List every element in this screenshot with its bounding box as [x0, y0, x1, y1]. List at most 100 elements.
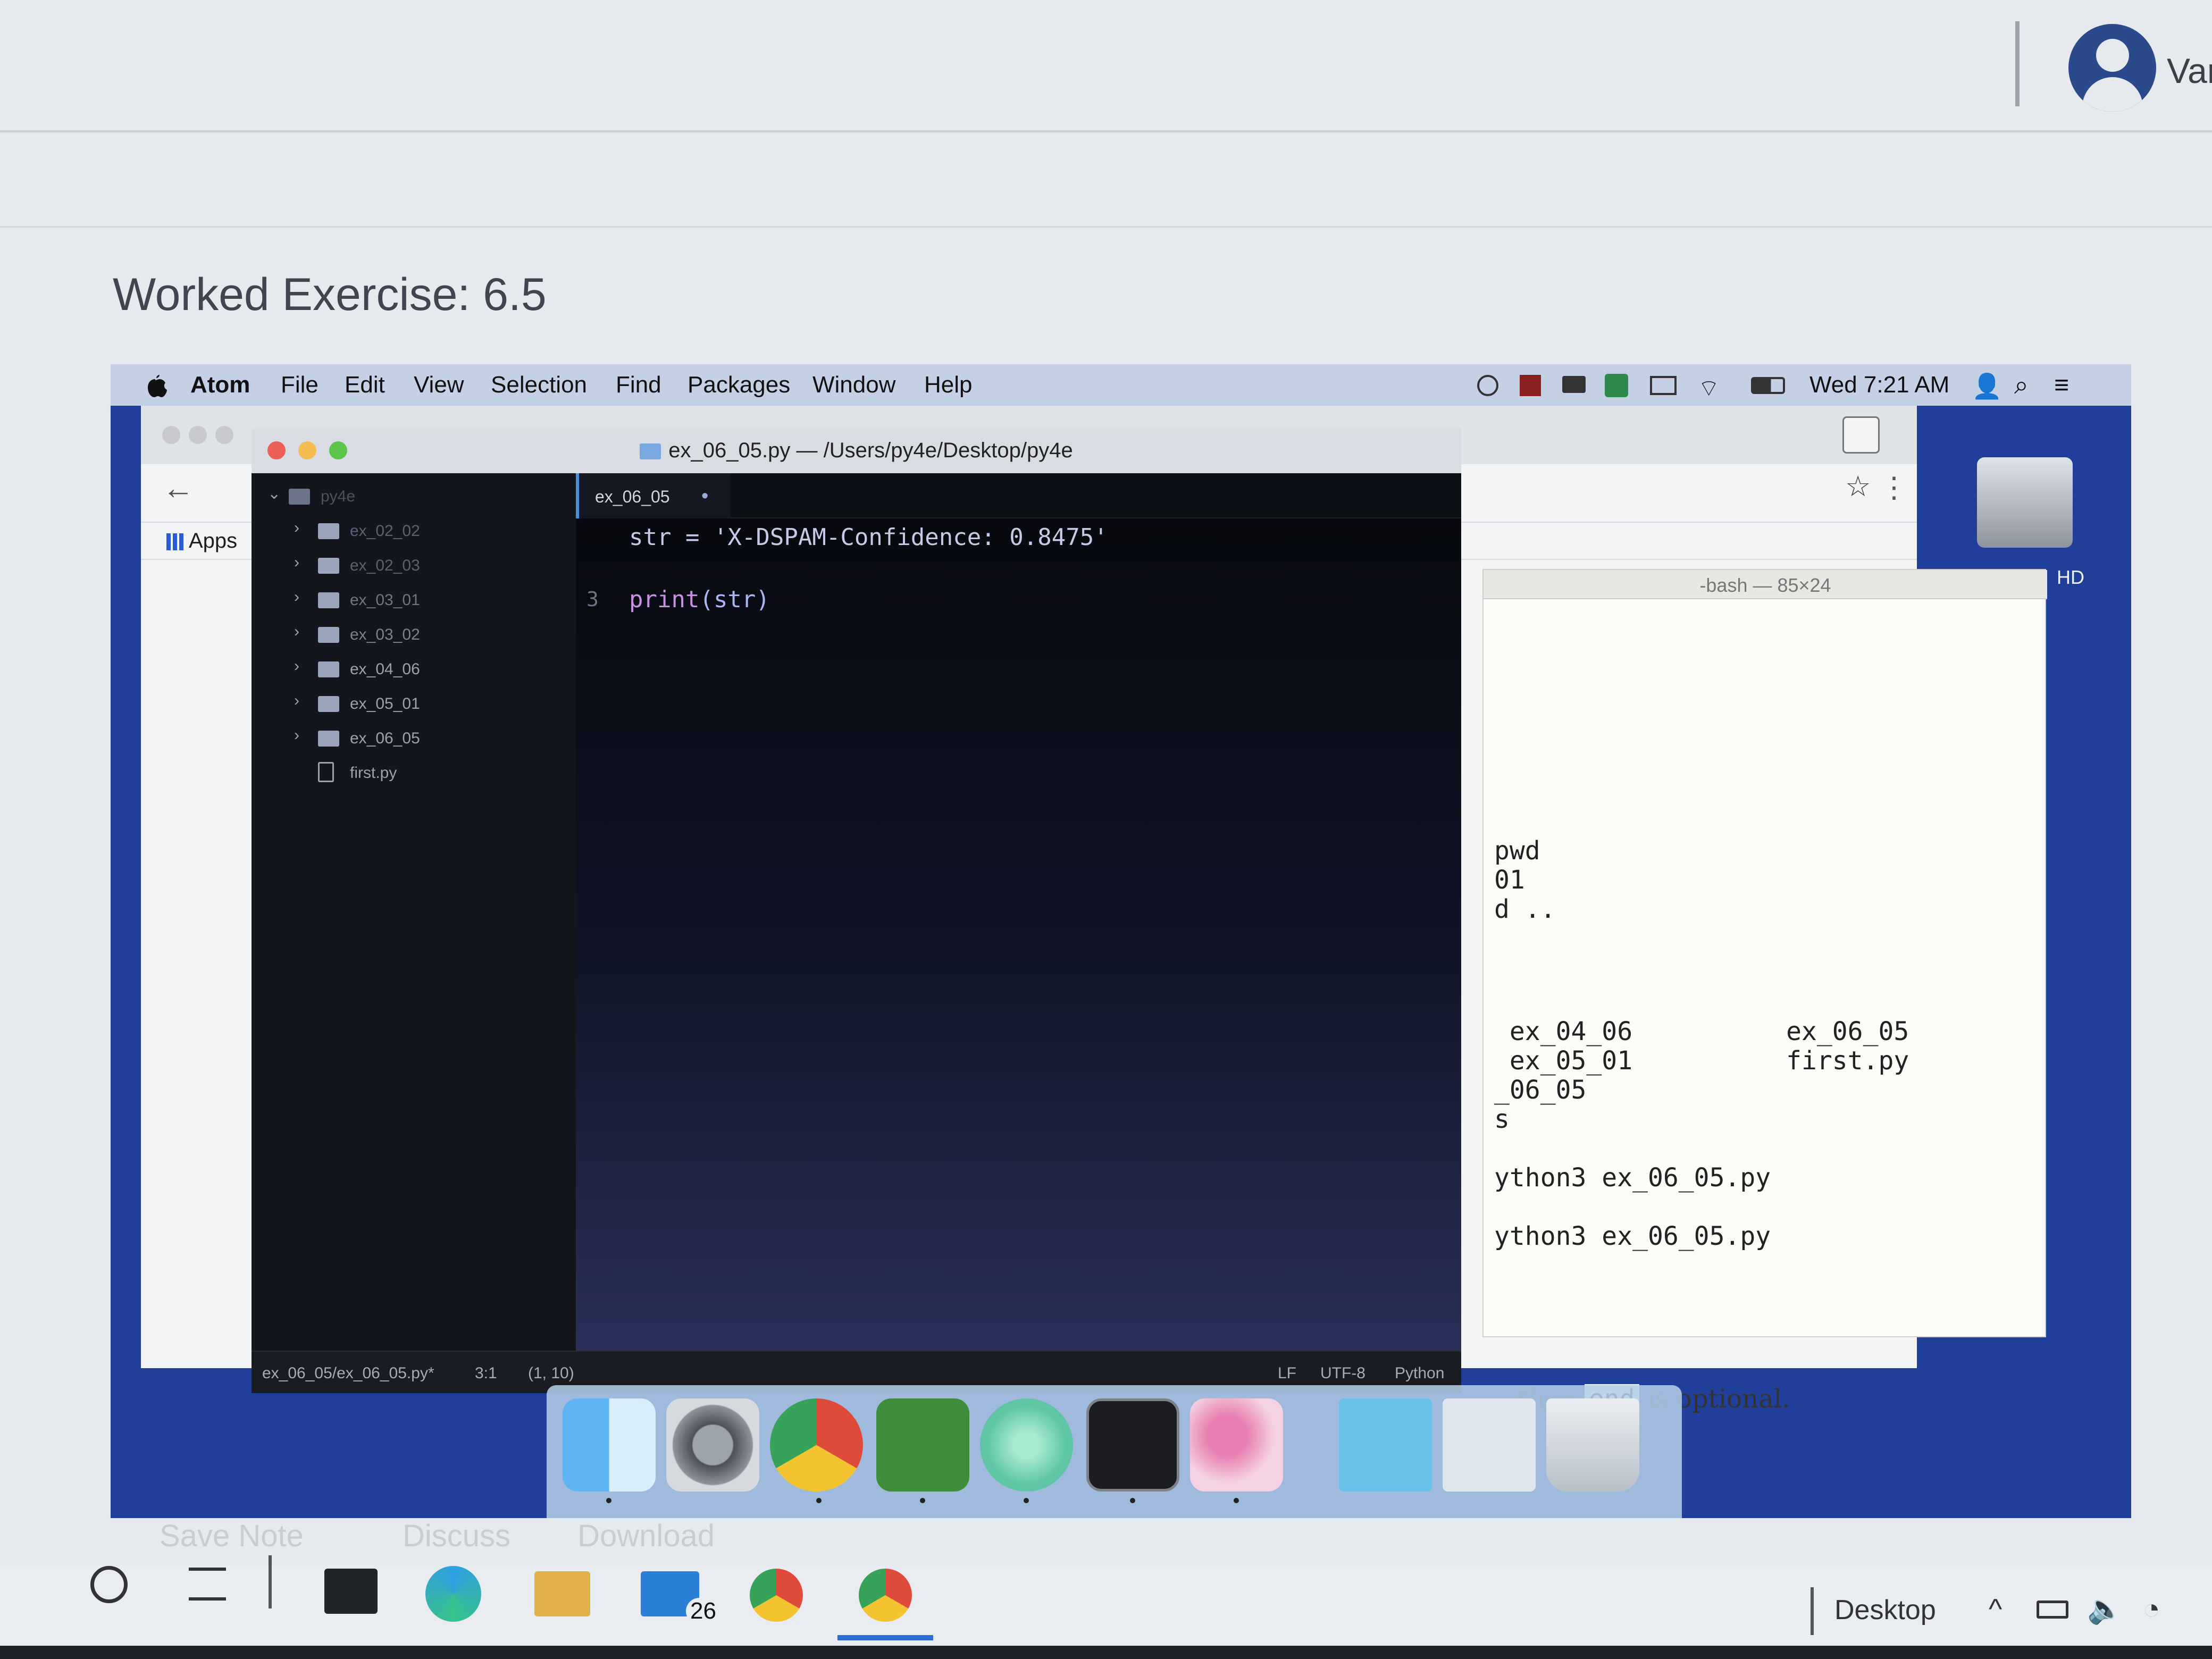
desktop-folder-icon[interactable] [1443, 1398, 1536, 1492]
cortana-icon[interactable] [90, 1566, 128, 1603]
chrome-profile-icon[interactable] [1842, 416, 1880, 454]
video-frame[interactable]: Atom File Edit View Selection Find Packa… [111, 364, 2131, 1518]
menubar-clock[interactable]: Wed 7:21 AM [1809, 372, 1949, 398]
tree-item-ex_06_05[interactable]: › ex_06_05 [252, 723, 576, 755]
tree-item-ex_03_02[interactable]: › ex_03_02 [252, 619, 576, 651]
mac-dock [547, 1385, 1682, 1518]
tree-item-label: ex_02_02 [350, 522, 420, 540]
code-line-3[interactable]: print(str) [629, 586, 770, 613]
user-name[interactable]: Var [2167, 51, 2212, 91]
status-cursor-position[interactable]: 3:1 [475, 1364, 497, 1382]
dock-running-dot [606, 1498, 611, 1503]
network-icon[interactable]: ◔ [2143, 1593, 2160, 1626]
menu-packages[interactable]: Packages [688, 372, 790, 398]
editor-pane[interactable]: ex_06_05 • str = 'X-DSPAM-Confidence: 0.… [576, 473, 1461, 1351]
status-grammar[interactable]: Python [1395, 1364, 1444, 1382]
apps-grid-icon[interactable] [166, 533, 183, 550]
dock-running-dot [1130, 1498, 1135, 1503]
apple-icon[interactable] [144, 371, 167, 397]
chrome-canary-icon[interactable] [750, 1569, 803, 1622]
airplay-icon[interactable] [1650, 376, 1677, 395]
save-note-button[interactable]: Save Note [160, 1519, 304, 1553]
chrome-close-button[interactable] [162, 426, 180, 444]
downloads-folder-icon[interactable] [1339, 1398, 1432, 1492]
folder-icon [318, 523, 339, 539]
tree-root[interactable]: ⌄ py4e [252, 481, 576, 513]
menu-find[interactable]: Find [616, 372, 661, 398]
tree-item-ex_03_01[interactable]: › ex_03_01 [252, 585, 576, 617]
screen-icon[interactable] [1562, 376, 1586, 393]
desktop-toolbar[interactable]: Desktop [1834, 1594, 1936, 1626]
spotlight-search-icon[interactable]: ⌕ [2014, 371, 2029, 400]
record-status-icon[interactable] [1520, 375, 1541, 396]
status-encoding[interactable]: UTF-8 [1320, 1364, 1365, 1382]
hard-drive-label: HD [2057, 566, 2084, 588]
finder-icon[interactable] [563, 1398, 656, 1492]
terminal-window[interactable]: -bash — 85×24 pwd 01 d .. ex_04_06 ex_06… [1482, 569, 2047, 1337]
volume-icon[interactable]: 🔈 [2087, 1593, 2123, 1626]
atom-minimize-button[interactable] [298, 441, 316, 459]
tree-view[interactable]: ⌄ py4e › ex_02_02 › ex_02_03 › ex_03_01 … [252, 473, 576, 1351]
edge-icon[interactable] [425, 1566, 481, 1622]
terminal-line: s [1494, 1104, 1510, 1134]
store-icon[interactable] [324, 1569, 378, 1614]
atom-window[interactable]: ex_06_05.py — /Users/py4e/Desktop/py4e ⌄… [252, 428, 1461, 1393]
tree-item-ex_05_01[interactable]: › ex_05_01 [252, 689, 576, 720]
user-avatar-icon[interactable] [2068, 24, 2156, 112]
page-title: Worked Exercise: 6.5 [113, 269, 547, 320]
camtasia-icon[interactable] [876, 1398, 969, 1492]
system-preferences-icon[interactable] [666, 1398, 759, 1492]
atom-icon[interactable] [980, 1398, 1073, 1492]
chevron-up-icon[interactable]: ^ [1989, 1593, 2002, 1626]
terminal-line: ython3 ex_06_05.py [1494, 1221, 1771, 1251]
file-explorer-icon[interactable] [534, 1571, 590, 1616]
hard-drive-icon[interactable] [1977, 457, 2073, 548]
status-line-ending[interactable]: LF [1278, 1364, 1296, 1382]
download-button[interactable]: Download [577, 1519, 715, 1553]
wifi-icon[interactable]: ⌔ [1698, 374, 1720, 403]
discuss-button[interactable]: Discuss [403, 1519, 510, 1553]
menu-help[interactable]: Help [924, 372, 973, 398]
bookmark-star-icon[interactable]: ☆ [1845, 470, 1871, 503]
menu-file[interactable]: File [281, 372, 319, 398]
nav-divider [0, 226, 2212, 228]
modified-dot-icon[interactable]: • [701, 485, 708, 508]
menu-selection[interactable]: Selection [491, 372, 587, 398]
menu-edit[interactable]: Edit [345, 372, 385, 398]
tab-ex-06-05[interactable]: ex_06_05 • [576, 473, 730, 518]
atom-zoom-button[interactable] [329, 441, 347, 459]
tree-item-first-py[interactable]: first.py [252, 758, 576, 790]
task-view-icon[interactable] [189, 1568, 226, 1601]
user-icon[interactable]: 👤 [1972, 372, 2002, 401]
status-selection[interactable]: (1, 10) [528, 1364, 574, 1382]
battery-taskbar-icon[interactable] [2037, 1601, 2068, 1619]
video-actions: Save Note Discuss Download [160, 1518, 715, 1554]
terminal-icon[interactable] [1086, 1398, 1179, 1492]
tree-item-ex_02_03[interactable]: › ex_02_03 [252, 550, 576, 582]
chrome-menu-icon[interactable]: ⋮ [1880, 471, 1908, 504]
chrome-icon[interactable] [770, 1398, 863, 1492]
tree-item-ex_04_06[interactable]: › ex_04_06 [252, 654, 576, 686]
apps-bookmark[interactable]: Apps [189, 529, 237, 553]
status-file-path[interactable]: ex_06_05/ex_06_05.py* [262, 1364, 434, 1382]
status-menu-icon[interactable] [1477, 375, 1498, 396]
chrome-taskbar-icon[interactable] [859, 1569, 912, 1622]
tree-item-ex_02_02[interactable]: › ex_02_02 [252, 516, 576, 548]
chrome-minimize-button[interactable] [189, 426, 207, 444]
atom-close-button[interactable] [267, 441, 286, 459]
chrome-zoom-button[interactable] [215, 426, 233, 444]
menu-view[interactable]: View [414, 372, 464, 398]
menu-window[interactable]: Window [812, 372, 896, 398]
chevron-right-icon: › [294, 692, 299, 709]
dock-running-dot [920, 1498, 925, 1503]
code-line-1[interactable]: str = 'X-DSPAM-Confidence: 0.8475' [629, 524, 1108, 551]
menu-atom[interactable]: Atom [190, 372, 250, 398]
chevron-right-icon: › [294, 623, 299, 640]
pill-app-icon[interactable] [1190, 1398, 1283, 1492]
notification-center-icon[interactable]: ≡ [2054, 371, 2069, 400]
trash-icon[interactable] [1546, 1398, 1639, 1492]
app-status-icon[interactable] [1605, 374, 1628, 397]
battery-icon[interactable] [1751, 377, 1785, 394]
dock-running-dot [1234, 1498, 1239, 1503]
back-arrow-icon[interactable]: ← [162, 470, 194, 506]
